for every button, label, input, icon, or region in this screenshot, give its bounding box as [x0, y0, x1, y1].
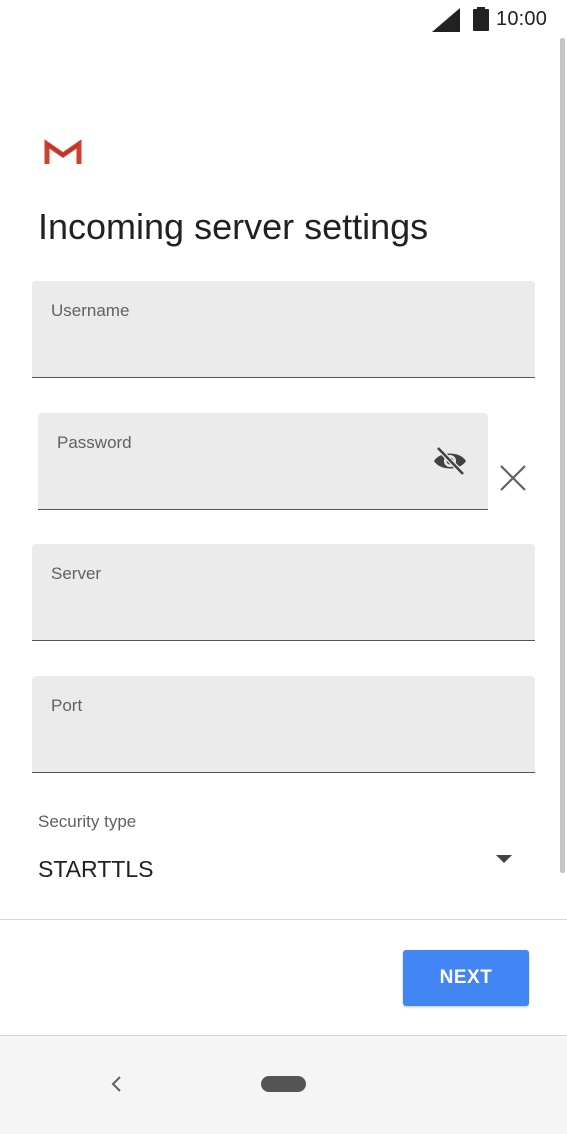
- server-field[interactable]: Server: [32, 544, 535, 641]
- back-icon[interactable]: [105, 1071, 127, 1097]
- battery-icon: [473, 7, 489, 31]
- status-bar: 10:00: [0, 0, 567, 40]
- port-field[interactable]: Port: [32, 676, 535, 773]
- password-field[interactable]: Password: [38, 413, 488, 510]
- password-label: Password: [57, 433, 132, 452]
- close-icon[interactable]: [498, 463, 528, 493]
- eye-off-icon[interactable]: [432, 445, 468, 477]
- dropdown-arrow-icon: [496, 855, 512, 863]
- home-icon[interactable]: [261, 1076, 306, 1092]
- security-type-select[interactable]: STARTTLS: [38, 850, 526, 892]
- security-type-value: STARTTLS: [38, 856, 154, 882]
- next-button[interactable]: NEXT: [403, 950, 529, 1006]
- signal-icon: [432, 8, 460, 32]
- username-label: Username: [51, 301, 130, 320]
- server-label: Server: [51, 564, 102, 583]
- page-title: Incoming server settings: [38, 206, 429, 247]
- status-time: 10:00: [496, 8, 548, 30]
- divider: [0, 919, 567, 920]
- port-label: Port: [51, 696, 83, 715]
- username-field[interactable]: Username: [32, 281, 535, 378]
- scrollbar[interactable]: [560, 38, 565, 873]
- gmail-icon: [44, 139, 82, 164]
- security-type-label: Security type: [38, 812, 137, 831]
- navigation-bar: [0, 1036, 567, 1134]
